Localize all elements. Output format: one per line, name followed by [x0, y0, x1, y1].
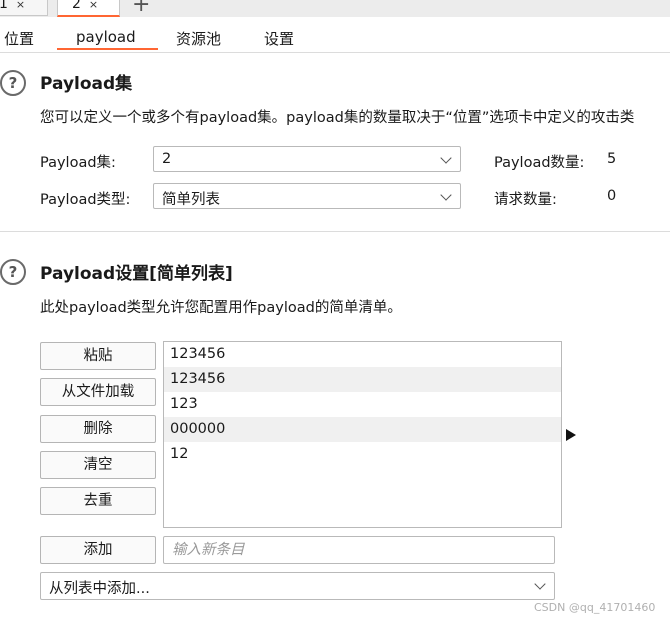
- arrow-right-icon: [566, 429, 576, 441]
- new-item-input[interactable]: [163, 536, 555, 564]
- load-button[interactable]: 从文件加载: [40, 378, 156, 406]
- request-tab-1[interactable]: 1 ×: [0, 0, 48, 16]
- tab-label: 2: [72, 0, 81, 12]
- section-title: Payload集: [40, 74, 133, 94]
- payload-count-value: 5: [607, 151, 617, 167]
- chevron-down-icon: [440, 189, 452, 201]
- section-description: 此处payload类型允许您配置用作payload的简单清单。: [40, 300, 402, 316]
- payload-set-label: Payload集:: [40, 155, 116, 171]
- payload-type-select[interactable]: 简单列表: [153, 183, 461, 209]
- list-item[interactable]: 12: [164, 442, 561, 467]
- list-item[interactable]: 123456: [164, 367, 561, 392]
- chevron-down-icon: [534, 578, 546, 590]
- payload-count-label: Payload数量:: [494, 155, 585, 171]
- help-icon[interactable]: ?: [0, 259, 26, 285]
- select-value: 简单列表: [162, 192, 220, 208]
- select-value: 2: [162, 151, 172, 167]
- list-item[interactable]: 123456: [164, 342, 561, 367]
- request-count-label: 请求数量:: [494, 192, 557, 208]
- watermark: CSDN @qq_41701460: [534, 601, 656, 614]
- list-item[interactable]: 123: [164, 392, 561, 417]
- divider: [0, 231, 670, 232]
- close-icon[interactable]: ×: [16, 0, 25, 11]
- active-tab-indicator: [57, 48, 158, 50]
- request-count-value: 0: [607, 188, 617, 204]
- chevron-down-icon: [440, 152, 452, 164]
- paste-button[interactable]: 粘贴: [40, 342, 156, 370]
- section-title: Payload设置[简单列表]: [40, 264, 233, 284]
- clear-button[interactable]: 清空: [40, 451, 156, 479]
- select-value: 从列表中添加...: [49, 581, 150, 597]
- tab-positions[interactable]: 位置: [4, 28, 34, 49]
- divider: [0, 52, 670, 53]
- plus-icon[interactable]: +: [132, 0, 150, 17]
- add-button[interactable]: 添加: [40, 536, 156, 564]
- add-from-list-select[interactable]: 从列表中添加...: [40, 572, 555, 600]
- payload-list[interactable]: 123456 123456 123 000000 12: [163, 341, 562, 528]
- remove-button[interactable]: 删除: [40, 415, 156, 443]
- list-item[interactable]: 000000: [164, 417, 561, 442]
- tab-payloads[interactable]: payload: [76, 28, 136, 46]
- close-icon[interactable]: ×: [89, 0, 98, 11]
- request-tab-2[interactable]: 2 ×: [57, 0, 120, 17]
- tab-strip: 1 × 2 × +: [0, 0, 670, 17]
- help-icon[interactable]: ?: [0, 70, 26, 96]
- deduplicate-button[interactable]: 去重: [40, 487, 156, 515]
- payload-type-label: Payload类型:: [40, 192, 131, 208]
- section-description: 您可以定义一个或多个有payload集。payload集的数量取决于“位置”选项…: [40, 110, 635, 126]
- payload-set-select[interactable]: 2: [153, 146, 461, 172]
- tab-resource-pool[interactable]: 资源池: [176, 28, 221, 49]
- tab-label: 1: [0, 0, 8, 12]
- tab-settings[interactable]: 设置: [264, 28, 294, 49]
